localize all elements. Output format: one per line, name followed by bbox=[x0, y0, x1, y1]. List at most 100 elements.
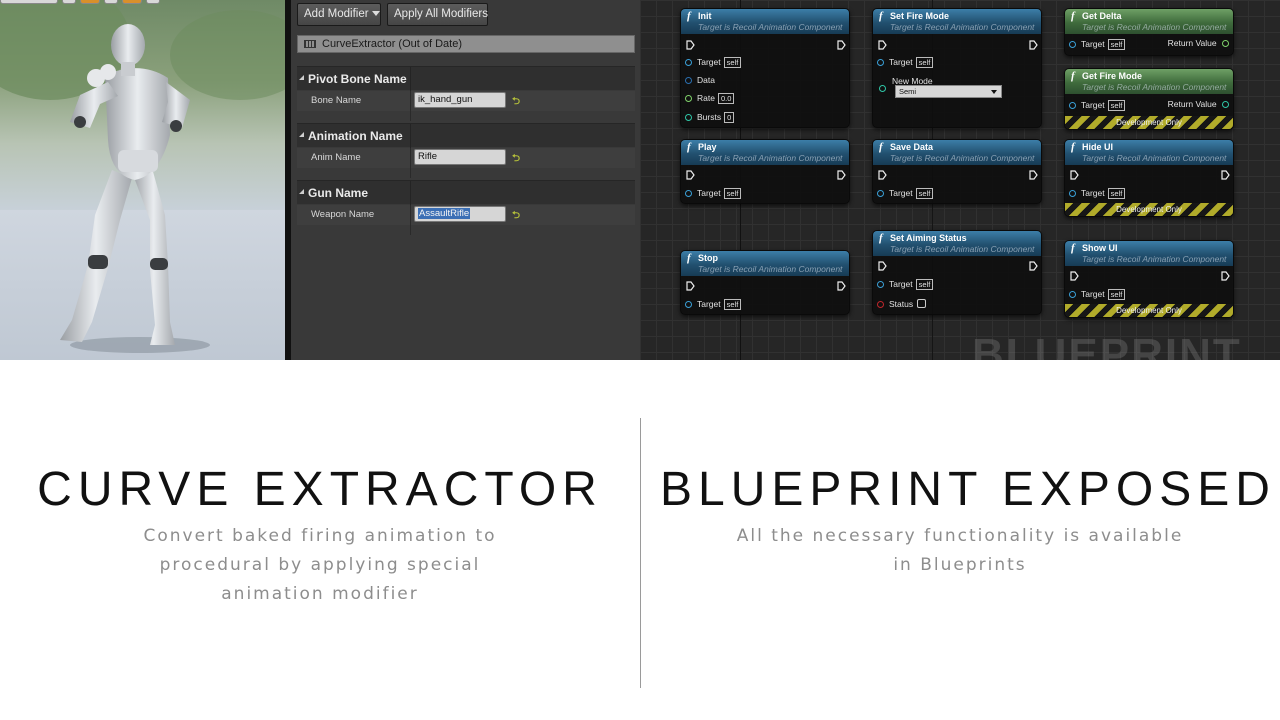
category-title: Animation Name bbox=[308, 129, 403, 143]
exec-in-pin-icon[interactable] bbox=[878, 170, 887, 180]
node-target-caption: Target is Recoil Animation Component bbox=[1082, 254, 1227, 264]
development-only-banner: Development Only bbox=[1065, 116, 1233, 129]
pin-label: Target bbox=[1081, 188, 1105, 198]
exec-out-pin-icon[interactable] bbox=[837, 40, 846, 50]
blueprint-graph[interactable]: f Init Target is Recoil Animation Compon… bbox=[640, 0, 1280, 360]
rate-pin[interactable]: Rate 0.0 bbox=[685, 92, 735, 104]
bursts-value-box[interactable]: 0 bbox=[724, 112, 735, 123]
column-separator bbox=[410, 91, 411, 121]
function-icon: f bbox=[687, 252, 691, 264]
function-icon: f bbox=[879, 10, 883, 22]
development-only-label: Development Only bbox=[1116, 205, 1182, 214]
self-box: self bbox=[723, 57, 742, 68]
pin-label: Rate bbox=[697, 93, 715, 103]
reset-arrow-icon[interactable]: ⮌ bbox=[512, 151, 520, 168]
anim-name-input[interactable]: Rifle bbox=[414, 149, 506, 165]
function-icon: f bbox=[879, 141, 883, 153]
exec-out-pin-icon[interactable] bbox=[1029, 261, 1038, 271]
bool-pin-icon bbox=[877, 301, 884, 308]
node-hide-ui[interactable]: f Hide UI Target is Recoil Animation Com… bbox=[1064, 139, 1234, 217]
exec-in-pin-icon[interactable] bbox=[878, 40, 887, 50]
target-pin[interactable]: Target self bbox=[1069, 99, 1126, 111]
self-box: self bbox=[723, 188, 742, 199]
category-gun-name[interactable]: Gun Name bbox=[297, 180, 635, 205]
node-target-caption: Target is Recoil Animation Component bbox=[698, 153, 843, 163]
weapon-name-input[interactable]: AssaultRifle bbox=[414, 206, 506, 222]
node-play[interactable]: f Play Target is Recoil Animation Compon… bbox=[680, 139, 850, 204]
exec-in-pin-icon[interactable] bbox=[686, 40, 695, 50]
reset-arrow-icon[interactable]: ⮌ bbox=[512, 208, 520, 225]
column-separator bbox=[410, 181, 411, 205]
modifier-selector[interactable]: CurveExtractor (Out of Date) bbox=[297, 35, 635, 53]
object-pin-icon bbox=[1069, 102, 1076, 109]
exec-out-pin-icon[interactable] bbox=[1221, 170, 1230, 180]
category-pivot-bone-name[interactable]: Pivot Bone Name bbox=[297, 66, 635, 91]
bursts-pin[interactable]: Bursts 0 bbox=[685, 111, 735, 123]
return-value-pin[interactable]: Return Value bbox=[1168, 38, 1229, 48]
apply-all-modifiers-button[interactable]: Apply All Modifiers bbox=[387, 3, 488, 26]
node-set-fire-mode[interactable]: f Set Fire Mode Target is Recoil Animati… bbox=[872, 8, 1042, 128]
target-pin[interactable]: Target self bbox=[685, 187, 742, 199]
pin-label: Target bbox=[1081, 289, 1105, 299]
exec-out-pin-icon[interactable] bbox=[837, 170, 846, 180]
column-separator bbox=[410, 205, 411, 235]
node-show-ui[interactable]: f Show UI Target is Recoil Animation Com… bbox=[1064, 240, 1234, 318]
node-header: f Save Data Target is Recoil Animation C… bbox=[873, 140, 1041, 165]
category-animation-name[interactable]: Animation Name bbox=[297, 123, 635, 148]
pin-label: Return Value bbox=[1167, 38, 1217, 48]
target-pin[interactable]: Target self bbox=[1069, 187, 1126, 199]
exec-in-pin-icon[interactable] bbox=[1070, 170, 1079, 180]
exec-out-pin-icon[interactable] bbox=[1029, 170, 1038, 180]
blueprint-watermark: BLUEPRINT bbox=[972, 330, 1242, 360]
node-get-delta[interactable]: f Get Delta Target is Recoil Animation C… bbox=[1064, 8, 1234, 56]
exec-in-pin-icon[interactable] bbox=[686, 170, 695, 180]
reset-arrow-icon[interactable]: ⮌ bbox=[512, 94, 520, 111]
dropdown-caret-icon bbox=[991, 90, 997, 94]
exec-in-pin-icon[interactable] bbox=[878, 261, 887, 271]
function-icon: f bbox=[687, 141, 691, 153]
target-pin[interactable]: Target self bbox=[1069, 38, 1126, 50]
exec-in-pin-icon[interactable] bbox=[686, 281, 695, 291]
node-set-aiming-status[interactable]: f Set Aiming Status Target is Recoil Ani… bbox=[872, 230, 1042, 315]
target-pin[interactable]: Target self bbox=[1069, 288, 1126, 300]
self-box: self bbox=[1107, 188, 1126, 199]
node-stop[interactable]: f Stop Target is Recoil Animation Compon… bbox=[680, 250, 850, 315]
node-target-caption: Target is Recoil Animation Component bbox=[1082, 82, 1227, 92]
column-separator bbox=[410, 124, 411, 148]
node-header: f Get Delta Target is Recoil Animation C… bbox=[1065, 9, 1233, 34]
dropdown-value: Semi bbox=[899, 87, 917, 96]
node-init[interactable]: f Init Target is Recoil Animation Compon… bbox=[680, 8, 850, 128]
node-title: Show UI bbox=[1082, 243, 1118, 253]
node-get-fire-mode[interactable]: f Get Fire Mode Target is Recoil Animati… bbox=[1064, 68, 1234, 130]
exec-out-pin-icon[interactable] bbox=[1029, 40, 1038, 50]
rate-value-box[interactable]: 0.0 bbox=[717, 93, 735, 104]
node-save-data[interactable]: f Save Data Target is Recoil Animation C… bbox=[872, 139, 1042, 204]
target-pin[interactable]: Target self bbox=[877, 56, 934, 68]
node-header: f Stop Target is Recoil Animation Compon… bbox=[681, 251, 849, 276]
exec-in-pin-icon[interactable] bbox=[1070, 271, 1079, 281]
bone-name-input[interactable]: ik_hand_gun bbox=[414, 92, 506, 108]
function-icon: f bbox=[1071, 141, 1075, 153]
collapse-triangle-icon bbox=[299, 132, 304, 137]
object-pin-icon bbox=[1069, 190, 1076, 197]
development-only-label: Development Only bbox=[1116, 306, 1182, 315]
animation-viewport[interactable] bbox=[0, 0, 285, 360]
new-mode-dropdown[interactable]: Semi bbox=[895, 85, 1002, 98]
target-pin[interactable]: Target self bbox=[877, 278, 934, 290]
return-value-pin[interactable]: Return Value bbox=[1168, 99, 1229, 109]
property-label: Anim Name bbox=[311, 152, 361, 163]
node-title: Get Delta bbox=[1082, 11, 1122, 21]
target-pin[interactable]: Target self bbox=[685, 298, 742, 310]
add-modifier-button[interactable]: Add Modifier bbox=[297, 3, 381, 26]
status-checkbox[interactable] bbox=[917, 299, 927, 308]
self-box: self bbox=[1107, 100, 1126, 111]
target-pin[interactable]: Target self bbox=[877, 187, 934, 199]
target-pin[interactable]: Target self bbox=[685, 56, 742, 68]
exec-out-pin-icon[interactable] bbox=[837, 281, 846, 291]
self-box: self bbox=[723, 299, 742, 310]
byte-pin-icon bbox=[1222, 101, 1229, 108]
status-pin[interactable]: Status bbox=[877, 298, 927, 310]
exec-out-pin-icon[interactable] bbox=[1221, 271, 1230, 281]
data-pin[interactable]: Data bbox=[685, 74, 715, 86]
byte-pin-icon[interactable] bbox=[879, 85, 886, 92]
